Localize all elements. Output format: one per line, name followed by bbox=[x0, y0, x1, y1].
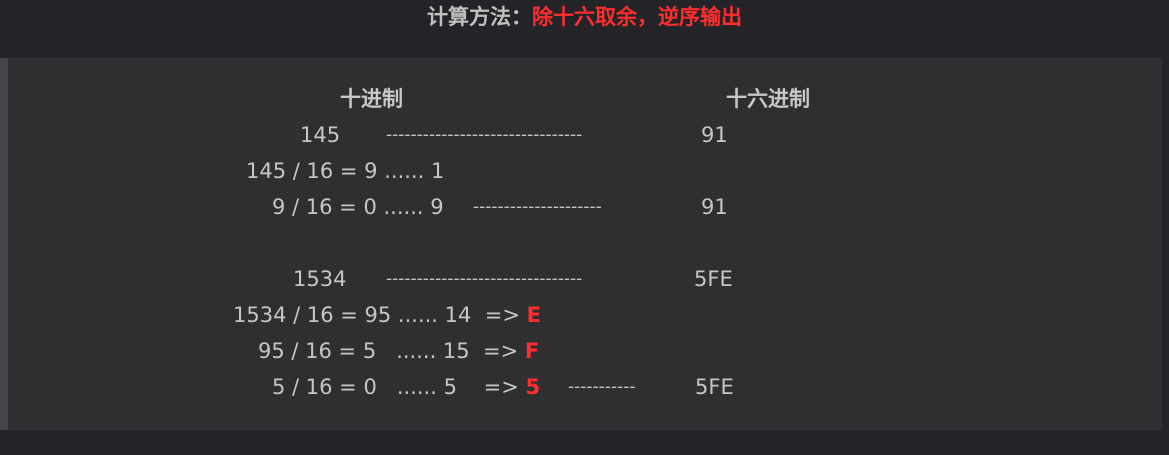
example2-step2-text: 95 / 16 = 5 ...... 15 => bbox=[258, 339, 519, 363]
example1-step2: 9 / 16 = 0 ...... 9 bbox=[272, 195, 444, 219]
example2-step2: 95 / 16 = 5 ...... 15 => F bbox=[258, 338, 539, 364]
example2-step1-text: 1534 / 16 = 95 ...... 14 => bbox=[233, 303, 520, 327]
example2-dashes-long: -------------------------------- bbox=[386, 269, 583, 289]
example2-digit3: 5 bbox=[525, 375, 541, 399]
example2-result-top: 5FE bbox=[694, 267, 733, 291]
example2-digit1: E bbox=[526, 303, 541, 327]
heading: 计算方法：除十六取余，逆序输出 bbox=[0, 2, 1169, 32]
example2-number: 1534 bbox=[293, 267, 347, 291]
example2-digit2: F bbox=[524, 339, 540, 363]
example1-dashes-long: -------------------------------- bbox=[386, 125, 583, 145]
example2-step3: 5 / 16 = 0 ...... 5 => 5 bbox=[272, 374, 540, 400]
content-panel: 十进制 十六进制 145 ---------------------------… bbox=[0, 58, 1162, 430]
example2-step3-text: 5 / 16 = 0 ...... 5 => bbox=[272, 375, 519, 399]
example1-number: 145 bbox=[300, 123, 341, 147]
example2-step1: 1534 / 16 = 95 ...... 14 => E bbox=[233, 302, 541, 328]
heading-label: 计算方法： bbox=[427, 5, 532, 29]
example2-dashes-short: ----------- bbox=[568, 377, 636, 397]
hex-column-header: 十六进制 bbox=[726, 87, 810, 111]
heading-method: 除十六取余，逆序输出 bbox=[532, 5, 742, 29]
example2-result-bottom: 5FE bbox=[695, 375, 734, 399]
decimal-column-header: 十进制 bbox=[340, 87, 403, 111]
example1-result-bottom: 91 bbox=[701, 195, 728, 219]
example1-dashes-mid: --------------------- bbox=[473, 197, 602, 217]
example1-result-top: 91 bbox=[701, 123, 728, 147]
example1-step1: 145 / 16 = 9 ...... 1 bbox=[246, 159, 445, 183]
